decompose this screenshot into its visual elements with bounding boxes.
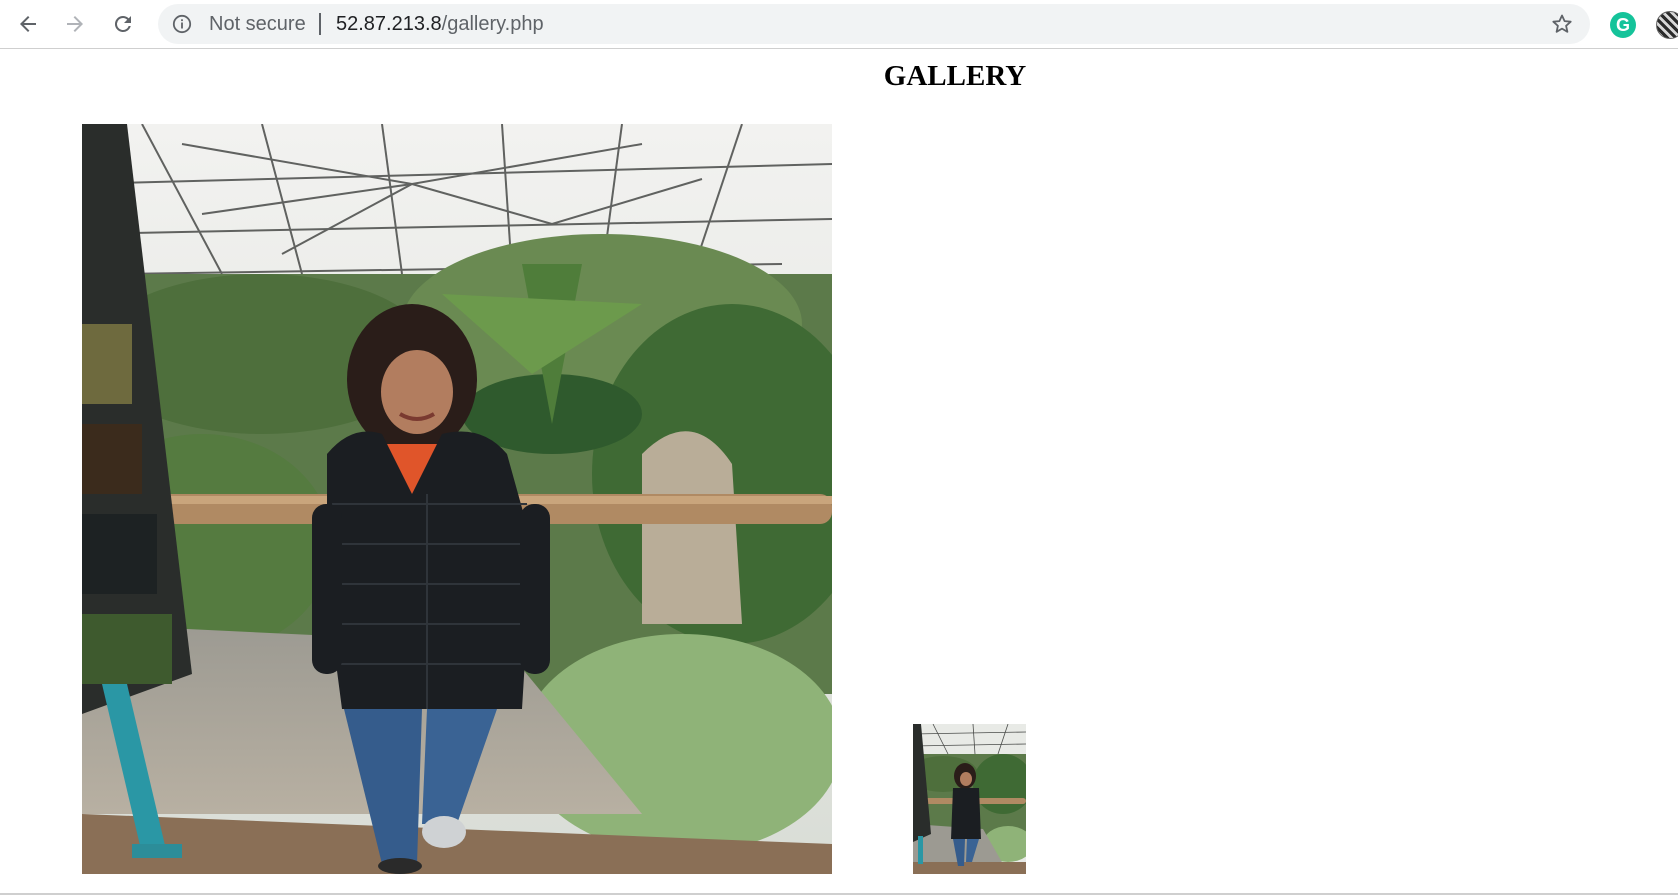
photo-image [82,124,832,874]
security-label[interactable]: Not secure [209,4,306,44]
address-separator [319,13,321,35]
reload-button[interactable] [105,6,141,42]
gallery-photo-large[interactable] [82,124,832,874]
url-host: 52.87.213.8 [336,13,442,35]
gallery-photo-thumbnail[interactable] [913,724,1026,874]
url-text[interactable]: 52.87.213.8/gallery.php [336,4,544,44]
address-bar[interactable]: Not secure 52.87.213.8/gallery.php [158,4,1590,44]
thumbnail-image [913,724,1026,874]
arrow-left-icon [20,16,36,32]
page-title: GALLERY [883,60,1027,92]
forward-button[interactable] [57,6,93,42]
arrow-right-icon [67,16,83,32]
reload-icon [114,15,131,32]
info-icon[interactable] [172,14,192,34]
grammarly-extension-icon[interactable]: G [1610,12,1636,38]
back-button[interactable] [10,6,46,42]
browser-toolbar: Not secure 52.87.213.8/gallery.php G [0,0,1678,49]
profile-avatar[interactable] [1656,11,1678,39]
url-path: /gallery.php [441,13,544,35]
star-icon[interactable] [1550,12,1574,36]
